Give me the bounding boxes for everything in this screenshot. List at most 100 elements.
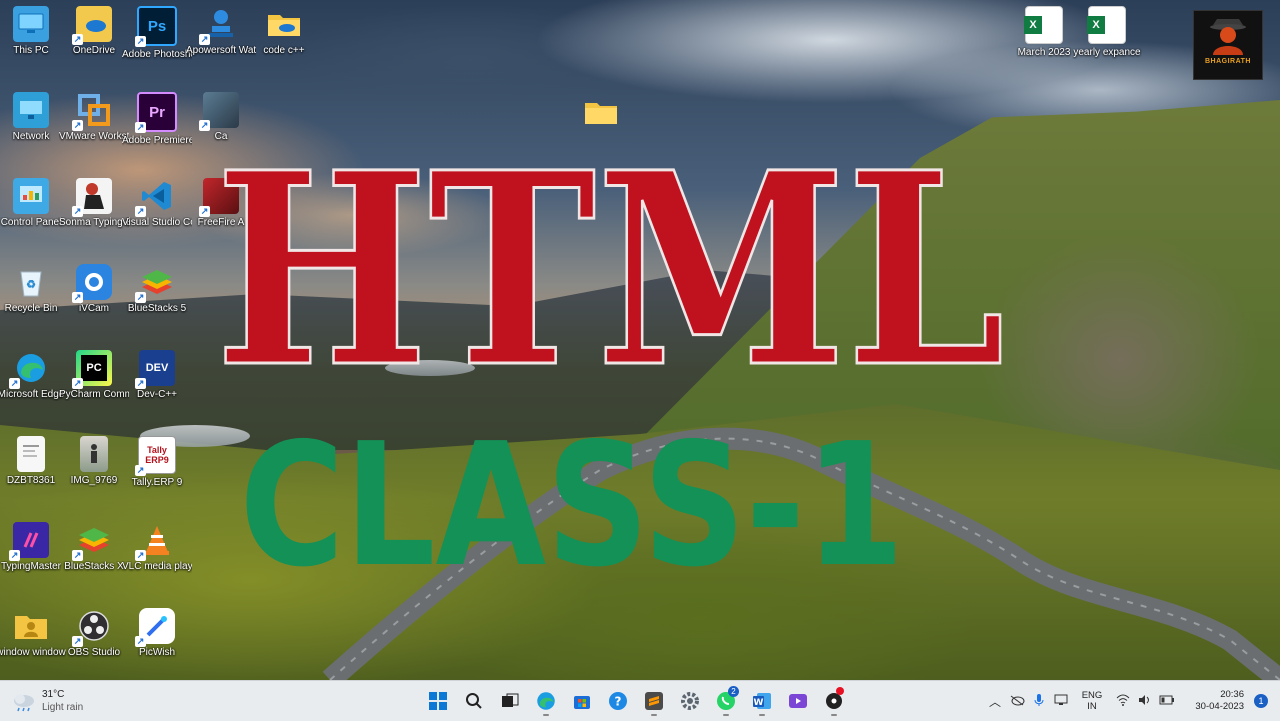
taskbar-whatsapp-button[interactable]: 2 — [710, 685, 742, 717]
system-tray: ︿ ENG IN 20:36 30-04-2023 1 — [984, 681, 1280, 721]
desktop-icon-tally[interactable]: Tally ERP9 ↗ Tally.ERP 9 — [122, 436, 192, 489]
desktop-icon-bluestacks5[interactable]: ↗ BlueStacks 5 — [122, 264, 192, 315]
desktop-icon-label: BlueStacks X — [64, 561, 124, 572]
taskbar-help-button[interactable]: ? — [602, 685, 634, 717]
taskbar-task-view-button[interactable] — [494, 685, 526, 717]
desktop-icon-label: Tally.ERP 9 — [131, 477, 183, 488]
desktop-icon-img9769[interactable]: IMG_9769 — [59, 436, 129, 487]
desktop-icon-label: window window — [0, 647, 66, 658]
ivcam-icon: ↗ — [72, 264, 112, 303]
taskbar-settings-button[interactable] — [674, 685, 706, 717]
desktop-icon-sonma-typing[interactable]: ↗ Sonma Typing-Exp... — [59, 178, 129, 229]
desktop-icon-march-2023[interactable]: X March 2023 — [1009, 6, 1079, 59]
tray-wifi-icon[interactable] — [1112, 694, 1134, 709]
desktop-icon-vlc[interactable]: ↗ VLC media player — [122, 522, 192, 573]
desktop-icon-label: iVCam — [78, 303, 109, 314]
typing-icon: ↗ — [72, 178, 112, 217]
desktop-icon-label: March 2023 — [1017, 47, 1071, 58]
desktop-icon-photoshop[interactable]: Ps↗ Adobe Photosho... — [122, 6, 192, 61]
desktop-icon-label: yearly expance — [1073, 47, 1141, 58]
taskbar-edge-button[interactable] — [530, 685, 562, 717]
devcpp-icon: DEV ↗ — [135, 350, 175, 389]
taskbar: 31°C Light rain ? 2 W ︿ ENG IN 20:36 30-… — [0, 680, 1280, 721]
masked-figure-icon — [1210, 19, 1246, 55]
desktop-icon-label: IMG_9769 — [70, 475, 118, 486]
desktop-icon-vmware[interactable]: ↗ VMware Workstati... — [59, 92, 129, 143]
photoshop-icon: Ps ↗ — [135, 6, 177, 47]
desktop-icon-vscode[interactable]: ↗ Visual Studio Code — [122, 178, 192, 229]
pycharm-icon: PC ↗ — [72, 350, 112, 389]
desktop-icon-label: Adobe Photosho... — [122, 49, 192, 60]
taskbar-word-button[interactable]: W — [746, 685, 778, 717]
taskbar-apps: ? 2 W — [422, 685, 850, 717]
document-icon — [17, 436, 45, 472]
image-icon — [80, 436, 108, 472]
desktop-icon-label: PicWish — [138, 647, 176, 658]
desktop-icon-this-pc[interactable]: This PC — [0, 6, 66, 57]
desktop-icon-label: VMware Workstati... — [59, 131, 129, 142]
bluestacks-x-icon: ↗ — [72, 522, 112, 561]
tray-volume-icon[interactable] — [1134, 694, 1156, 709]
desktop-icon-control-panel[interactable]: Control Panel — [0, 178, 66, 229]
taskbar-clock[interactable]: 20:36 30-04-2023 — [1184, 689, 1244, 713]
weather-widget[interactable]: 31°C Light rain — [12, 686, 83, 716]
taskbar-media-button[interactable] — [818, 685, 850, 717]
svg-text:♻: ♻ — [26, 279, 36, 291]
language-code: ENG — [1081, 690, 1103, 701]
overlay-subtitle: CLASS-1 — [240, 412, 905, 582]
desktop-icon-ivcam[interactable]: ↗ iVCam — [59, 264, 129, 315]
taskbar-start-button[interactable] — [422, 685, 454, 717]
desktop-icon-label: Apowersoft Watermar... — [186, 45, 256, 56]
taskbar-clipchamp-button[interactable] — [782, 685, 814, 717]
bluestacks-icon: ↗ — [135, 264, 175, 303]
desktop-icon-bluestacks-x[interactable]: ↗ BlueStacks X — [59, 522, 129, 573]
tray-battery-icon[interactable] — [1156, 694, 1178, 708]
desktop-icon-label: TypingMaster — [0, 561, 62, 572]
weather-condition: Light rain — [42, 702, 84, 713]
desktop-icon-obs[interactable]: ↗ OBS Studio — [59, 608, 129, 659]
whatsapp-badge: 2 — [728, 686, 739, 697]
desktop-icon-typingmaster[interactable]: ↗ TypingMaster — [0, 522, 66, 573]
desktop-icon-yearly-expance[interactable]: X yearly expance — [1072, 6, 1142, 59]
word-icon: W — [753, 693, 771, 709]
desktop-icon-picwish[interactable]: ↗ PicWish — [122, 608, 192, 659]
desktop-icon-window[interactable]: window window — [0, 608, 66, 659]
desktop-icon-label: Microsoft Edge — [0, 389, 65, 400]
taskbar-store-button[interactable] — [566, 685, 598, 717]
taskbar-search-button[interactable] — [458, 685, 490, 717]
svg-text:W: W — [754, 698, 764, 708]
desktop-icon-pycharm[interactable]: PC ↗ PyCharm Communi... — [59, 350, 129, 401]
vlc-icon: ↗ — [135, 522, 175, 561]
desktop-icon-label: Sonma Typing-Exp... — [59, 217, 129, 228]
taskbar-sublime-button[interactable] — [638, 685, 670, 717]
premiere-icon: Pr ↗ — [135, 92, 177, 133]
tray-overflow-chevron-icon[interactable]: ︿ — [984, 693, 1006, 710]
desktop-icon-label: Adobe Premiere Pr... — [122, 135, 192, 146]
desktop-icon-network[interactable]: Network — [0, 92, 66, 143]
picwish-icon: ↗ — [135, 608, 175, 647]
media-alert-dot — [836, 687, 844, 695]
weather-temp: 31°C — [42, 689, 65, 700]
desktop-icon-edge[interactable]: ↗ Microsoft Edge — [0, 350, 66, 401]
notification-count-badge[interactable]: 1 — [1254, 694, 1268, 708]
desktop-icon-recycle-bin[interactable]: ♻ Recycle Bin — [0, 264, 66, 315]
desktop-icon-dzbt8361[interactable]: DZBT8361 — [0, 436, 66, 487]
excel-icon: X — [1024, 6, 1063, 44]
desktop-icon-code-cpp[interactable]: code c++ — [249, 6, 319, 57]
desktop-icon-premiere[interactable]: Pr↗ Adobe Premiere Pr... — [122, 92, 192, 147]
control-panel-icon — [13, 178, 49, 214]
overlay-subtitle-text: CLASS-1 — [240, 412, 905, 582]
desktop-icon-label: BlueStacks 5 — [127, 303, 187, 314]
edge-icon — [537, 692, 555, 710]
desktop-icon-onedrive[interactable]: ↗ OneDrive — [59, 6, 129, 57]
desktop-icon-devcpp[interactable]: DEV ↗ Dev-C++ — [122, 350, 192, 401]
language-indicator[interactable]: ENG IN — [1072, 690, 1112, 712]
tray-onedrive-icon[interactable] — [1006, 694, 1028, 709]
vscode-icon: ↗ — [135, 178, 175, 217]
desktop-icon-label: Visual Studio Code — [122, 217, 192, 228]
desktop-icon-label: Control Panel — [0, 217, 62, 228]
desktop-icon-apowersoft[interactable]: ↗ Apowersoft Watermar... — [186, 6, 256, 57]
help-icon: ? — [609, 692, 627, 710]
tray-microphone-icon[interactable] — [1028, 693, 1050, 710]
tray-display-icon[interactable] — [1050, 694, 1072, 709]
